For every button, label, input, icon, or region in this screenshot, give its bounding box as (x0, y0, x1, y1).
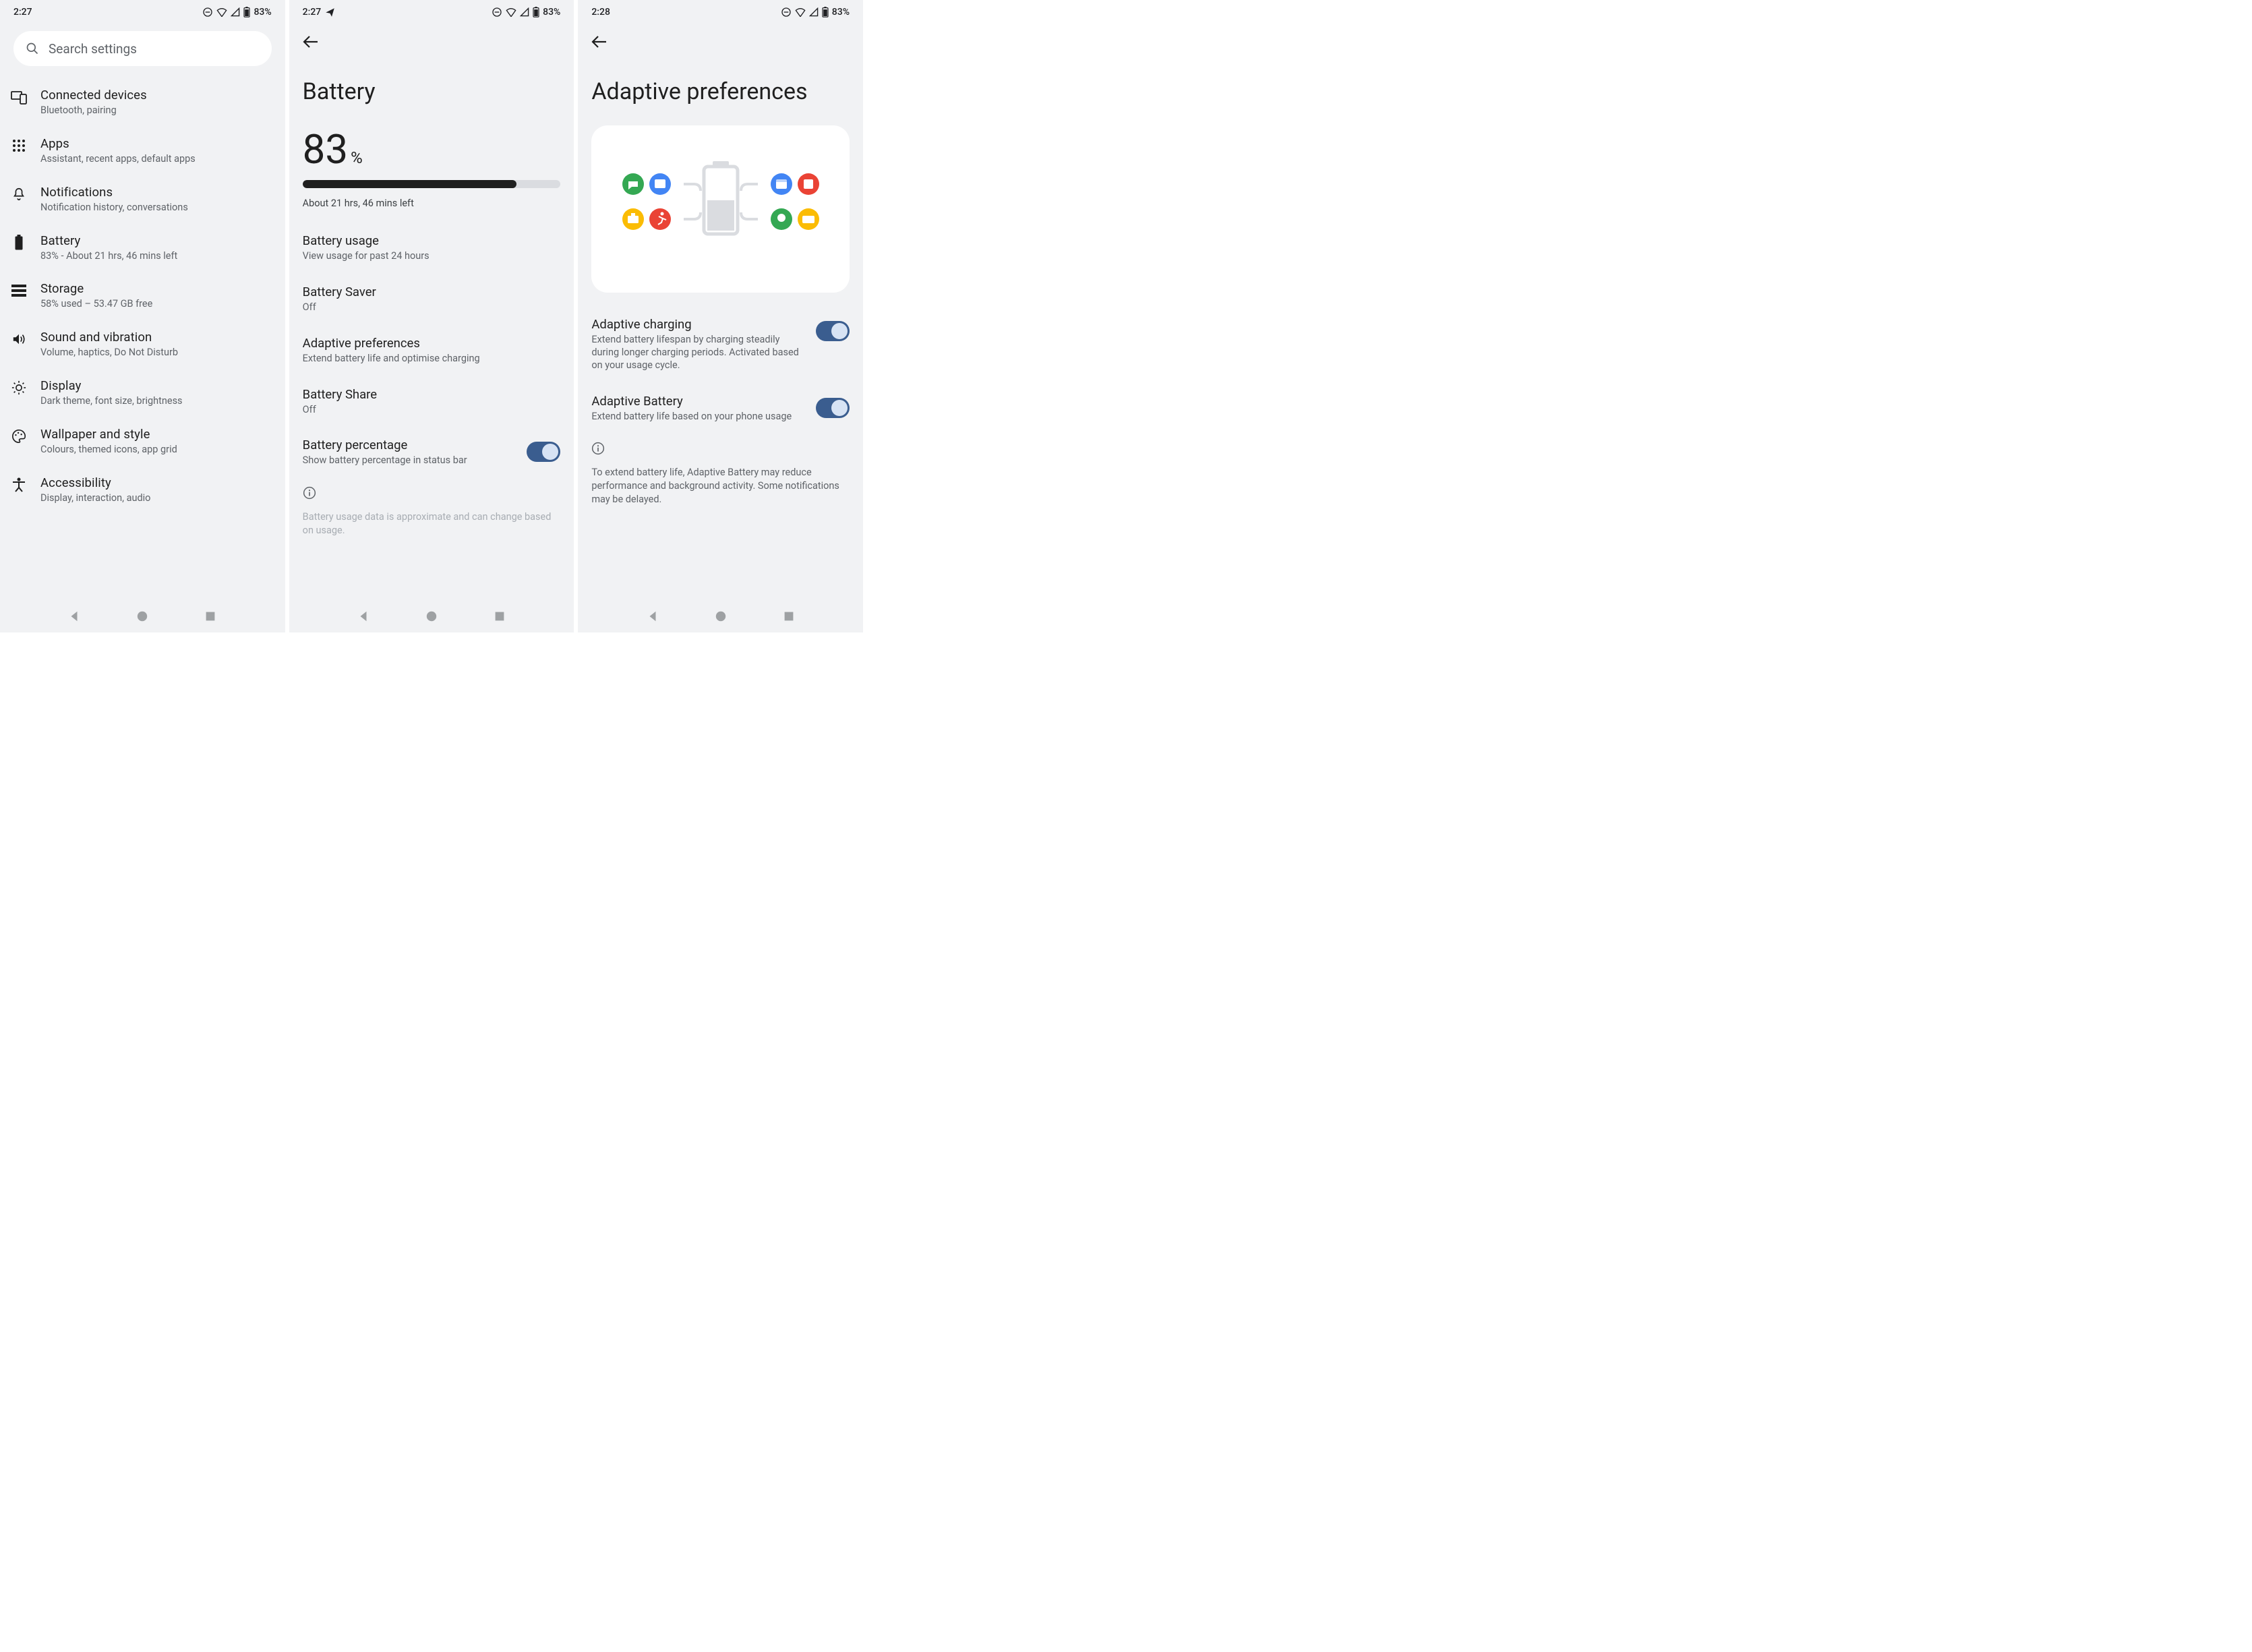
row-adaptive-charging[interactable]: Adaptive chargingExtend battery lifespan… (578, 306, 863, 383)
subtitle: 58% used – 53.47 GB free (40, 298, 152, 311)
row-battery-share[interactable]: Battery ShareOff (289, 376, 574, 427)
apps-icon (12, 139, 26, 152)
settings-screen: 2:27 83% Search settings Connected devic… (0, 0, 285, 632)
row-battery-saver[interactable]: Battery SaverOff (289, 274, 574, 325)
wifi-icon (795, 7, 806, 17)
wifi-icon (506, 7, 516, 17)
item-storage[interactable]: Storage 58% used – 53.47 GB free (5, 272, 280, 320)
status-bar: 2:27 83% (0, 0, 285, 24)
battery-status-icon (822, 7, 829, 18)
title: Display (40, 378, 183, 393)
palette-icon (11, 429, 26, 444)
adaptive-hero-illustration (591, 125, 850, 293)
subtitle: 83% - About 21 hrs, 46 mins left (40, 250, 177, 263)
storage-icon (11, 285, 26, 297)
wifi-icon (216, 7, 227, 17)
status-time: 2:27 (303, 7, 322, 18)
row-battery-percentage[interactable]: Battery percentageShow battery percentag… (289, 427, 574, 478)
nav-back[interactable] (356, 609, 371, 624)
subtitle: Assistant, recent apps, default apps (40, 153, 196, 166)
title: Notifications (40, 185, 188, 200)
title: Wallpaper and style (40, 427, 177, 442)
title: Accessibility (40, 475, 150, 490)
subtitle: Colours, themed icons, app grid (40, 444, 177, 456)
status-bar: 2:28 83% (578, 0, 863, 24)
title: Apps (40, 136, 196, 151)
dnd-icon (781, 7, 792, 18)
bell-icon (11, 187, 26, 202)
toggle-battery-percentage[interactable] (527, 442, 560, 462)
item-connected-devices[interactable]: Connected devices Bluetooth, pairing (5, 78, 280, 127)
back-button[interactable] (591, 35, 608, 49)
item-sound[interactable]: Sound and vibration Volume, haptics, Do N… (5, 320, 280, 369)
nav-back[interactable] (645, 609, 660, 624)
adaptive-preferences-screen: 2:28 83% Adaptive preferences (578, 0, 863, 632)
row-battery-usage[interactable]: Battery usageView usage for past 24 hour… (289, 223, 574, 274)
info-icon (578, 434, 863, 461)
nav-recents[interactable] (203, 609, 218, 624)
battery-progress-fill (303, 180, 517, 188)
item-notifications[interactable]: Notifications Notification history, conve… (5, 175, 280, 224)
status-bar: 2:27 83% (289, 0, 574, 24)
status-time: 2:28 (591, 7, 610, 18)
subtitle: Volume, haptics, Do Not Disturb (40, 347, 178, 359)
item-battery[interactable]: Battery 83% - About 21 hrs, 46 mins left (5, 224, 280, 272)
nav-recents[interactable] (781, 609, 796, 624)
title: Storage (40, 281, 152, 296)
battery-level: 83% (289, 125, 574, 173)
item-wallpaper[interactable]: Wallpaper and style Colours, themed icons… (5, 417, 280, 466)
nav-bar (0, 600, 285, 632)
page-title: Adaptive preferences (578, 58, 863, 125)
send-icon (325, 7, 335, 18)
search-icon (26, 42, 39, 55)
search-settings[interactable]: Search settings (13, 31, 272, 66)
dnd-icon (202, 7, 213, 18)
title: Sound and vibration (40, 330, 178, 345)
nav-recents[interactable] (492, 609, 507, 624)
sound-icon (11, 332, 26, 346)
info-icon (289, 478, 574, 505)
toggle-adaptive-charging[interactable] (816, 321, 850, 341)
dnd-icon (492, 7, 502, 18)
brightness-icon (11, 380, 26, 395)
title: Battery (40, 233, 177, 248)
nav-back[interactable] (67, 609, 82, 624)
battery-screen: 2:27 83% Battery 83% About 21 hrs, 46 mi… (289, 0, 574, 632)
item-apps[interactable]: Apps Assistant, recent apps, default apps (5, 127, 280, 175)
row-adaptive-battery[interactable]: Adaptive BatteryExtend battery life base… (578, 383, 863, 434)
nav-home[interactable] (713, 609, 728, 624)
signal-icon (231, 7, 240, 17)
nav-home[interactable] (135, 609, 150, 624)
nav-home[interactable] (424, 609, 439, 624)
subtitle: Display, interaction, audio (40, 492, 150, 505)
subtitle: Dark theme, font size, brightness (40, 395, 183, 408)
nav-bar (289, 600, 574, 632)
battery-status-icon (533, 7, 539, 18)
title: Connected devices (40, 88, 147, 102)
accessibility-icon (12, 477, 26, 492)
battery-progress (303, 180, 561, 188)
signal-icon (809, 7, 819, 17)
search-placeholder: Search settings (49, 41, 137, 57)
page-title: Battery (289, 58, 574, 125)
status-time: 2:27 (13, 7, 32, 18)
info-text: To extend battery life, Adaptive Battery… (578, 461, 863, 519)
battery-estimate: About 21 hrs, 46 mins left (289, 198, 574, 223)
signal-icon (520, 7, 529, 17)
devices-icon (11, 90, 27, 105)
back-button[interactable] (303, 35, 319, 49)
battery-status-icon (243, 7, 250, 18)
battery-icon (14, 235, 24, 251)
item-accessibility[interactable]: Accessibility Display, interaction, audio (5, 466, 280, 514)
status-battery-pct: 83% (254, 7, 271, 18)
status-battery-pct: 83% (832, 7, 850, 18)
subtitle: Notification history, conversations (40, 202, 188, 214)
info-text: Battery usage data is approximate and ca… (289, 505, 574, 550)
nav-bar (578, 600, 863, 632)
subtitle: Bluetooth, pairing (40, 105, 147, 117)
item-display[interactable]: Display Dark theme, font size, brightness (5, 369, 280, 417)
toggle-adaptive-battery[interactable] (816, 398, 850, 418)
row-adaptive-preferences[interactable]: Adaptive preferencesExtend battery life … (289, 325, 574, 376)
status-battery-pct: 83% (543, 7, 560, 18)
